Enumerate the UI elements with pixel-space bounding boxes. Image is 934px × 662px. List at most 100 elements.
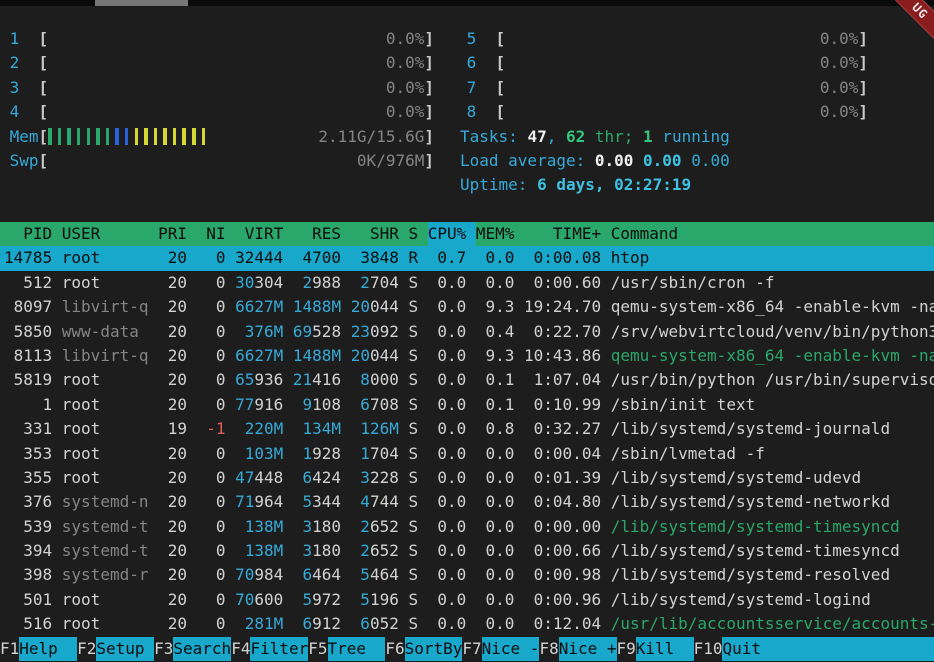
meter-open-bracket: [ — [496, 27, 506, 51]
cell-user: libvirt-q — [62, 344, 149, 368]
f7-nice-button[interactable]: Nice - — [482, 637, 540, 661]
column-header-virt[interactable]: VIRT — [235, 222, 283, 246]
meter-bar — [202, 128, 206, 145]
f1-help-button[interactable]: Help — [19, 637, 77, 661]
cell-cpu: 0.0 — [428, 515, 467, 539]
cell-s: S — [408, 271, 418, 295]
cell-res: 21416 — [293, 368, 341, 392]
cell-s: S — [408, 466, 418, 490]
process-row[interactable]: 353root200103M19281704S0.00.00:00.04/sbi… — [0, 442, 934, 466]
meter-bar — [115, 128, 119, 145]
swp-meter: Swp[0K/976M] — [0, 149, 434, 173]
cell-shr: 126M — [351, 417, 399, 441]
cell-mem: 0.8 — [476, 417, 515, 441]
fkey-label-f4: F4 — [231, 637, 250, 661]
cell-pri: 20 — [158, 368, 187, 392]
cell-pri: 20 — [158, 320, 187, 344]
cell-pri: 20 — [158, 246, 187, 270]
column-header-cmd[interactable]: Command — [611, 222, 934, 246]
cell-ni: 0 — [197, 466, 226, 490]
fkey-label-f5: F5 — [308, 637, 327, 661]
f5-tree-button[interactable]: Tree — [328, 637, 386, 661]
cell-user: root — [62, 417, 149, 441]
tasks-summary: Tasks: 47, 62 thr; 1 running — [460, 125, 872, 149]
column-header-pid[interactable]: PID — [4, 222, 52, 246]
top-scrollbar-thumb[interactable] — [95, 0, 188, 6]
process-row[interactable]: 376systemd-n2007196453444744S0.00.00:04.… — [0, 490, 934, 514]
cell-s: S — [408, 612, 418, 636]
cell-mem: 0.1 — [476, 368, 515, 392]
column-header-pri[interactable]: PRI — [158, 222, 187, 246]
f8-nice-button[interactable]: Nice + — [559, 637, 617, 661]
cell-s: R — [408, 246, 418, 270]
cell-pri: 20 — [158, 393, 187, 417]
cell-cpu: 0.0 — [428, 612, 467, 636]
cell-s: S — [408, 344, 418, 368]
f4-filter-button[interactable]: Filter — [250, 637, 308, 661]
cell-shr: 4744 — [351, 490, 399, 514]
f9-kill-button[interactable]: Kill — [636, 637, 694, 661]
meter-close-bracket: ] — [424, 51, 434, 75]
cell-user: root — [62, 442, 149, 466]
cell-mem: 0.1 — [476, 393, 515, 417]
cell-res: 6464 — [293, 563, 341, 587]
cell-ni: 0 — [197, 320, 226, 344]
process-row[interactable]: 394systemd-t200138M31802652S0.00.00:00.6… — [0, 539, 934, 563]
f2-setup-button[interactable]: Setup — [96, 637, 154, 661]
meter-value: 0K/976M — [357, 149, 424, 173]
process-row[interactable]: 355root2004744864243228S0.00.00:01.39/li… — [0, 466, 934, 490]
process-row[interactable]: 331root19-1220M134M126MS0.00.80:32.27/li… — [0, 417, 934, 441]
cell-res: 3180 — [293, 515, 341, 539]
column-header-ni[interactable]: NI — [197, 222, 226, 246]
meter-close-bracket: ] — [424, 125, 434, 149]
cell-virt: 6627M — [235, 344, 283, 368]
column-header-s[interactable]: S — [408, 222, 418, 246]
fkey-label-f1: F1 — [0, 637, 19, 661]
cell-virt: 138M — [235, 539, 283, 563]
cell-virt: 30304 — [235, 271, 283, 295]
cell-user: root — [62, 393, 149, 417]
process-row[interactable]: 501root2007060059725196S0.00.00:00.96/li… — [0, 588, 934, 612]
cpu-meter-8: 8 [0.0%] — [457, 100, 868, 124]
meter-value: 0.0% — [820, 51, 859, 75]
meter-open-bracket: [ — [496, 51, 506, 75]
cell-cmd: qemu-system-x86_64 -enable-kvm -na — [611, 344, 934, 368]
meter-value: 2.11G/15.6G — [318, 125, 424, 149]
meter-label: Mem — [0, 125, 39, 149]
process-row[interactable]: 516root200281M69126052S0.00.00:12.04/usr… — [0, 612, 934, 636]
meter-open-bracket: [ — [39, 76, 49, 100]
column-header-mem[interactable]: MEM% — [476, 222, 515, 246]
process-row[interactable]: 14785root2003244447003848R0.70.00:00.08h… — [0, 246, 934, 270]
htop-terminal: { "ribbon": {"label": "UG"}, "colors": {… — [0, 0, 934, 662]
f6-sortby-button[interactable]: SortBy — [405, 637, 463, 661]
process-row[interactable]: 8113libvirt-q2006627M1488M20044S0.09.310… — [0, 344, 934, 368]
column-header-cpu[interactable]: CPU% — [428, 222, 467, 246]
process-row[interactable]: 539systemd-t200138M31802652S0.00.00:00.0… — [0, 515, 934, 539]
fkey-label-f10: F10 — [694, 637, 723, 661]
column-header-user[interactable]: USER — [62, 222, 149, 246]
meter-bar — [173, 128, 177, 145]
process-row[interactable]: 512root2003030429882704S0.00.00:00.60/us… — [0, 271, 934, 295]
cell-res: 1488M — [293, 344, 341, 368]
cpu-meter-2: 2 [0.0%] — [0, 51, 434, 75]
column-header-shr[interactable]: SHR — [351, 222, 399, 246]
process-row[interactable]: 1root2007791691086708S0.00.10:10.99/sbin… — [0, 393, 934, 417]
f10-quit-button[interactable]: Quit — [722, 637, 934, 661]
process-row[interactable]: 8097libvirt-q2006627M1488M20044S0.09.319… — [0, 295, 934, 319]
meter-bar-area — [505, 100, 820, 124]
process-row[interactable]: 398systemd-r2007098464645464S0.00.00:00.… — [0, 563, 934, 587]
column-header-time[interactable]: TIME+ — [524, 222, 601, 246]
cell-cmd: /lib/systemd/systemd-timesyncd — [611, 539, 934, 563]
f3-search-button[interactable]: Search — [173, 637, 231, 661]
cell-user: systemd-t — [62, 539, 149, 563]
cell-pri: 20 — [158, 612, 187, 636]
cell-pid: 14785 — [4, 246, 52, 270]
column-header-res[interactable]: RES — [293, 222, 341, 246]
cell-virt: 220M — [235, 417, 283, 441]
cell-ni: 0 — [197, 612, 226, 636]
process-row[interactable]: 5850www-data200376M6952823092S0.00.40:22… — [0, 320, 934, 344]
process-row[interactable]: 5819root20065936214168000S0.00.11:07.04/… — [0, 368, 934, 392]
cell-time: 0:22.70 — [524, 320, 601, 344]
cell-shr: 20044 — [351, 295, 399, 319]
cell-s: S — [408, 368, 418, 392]
